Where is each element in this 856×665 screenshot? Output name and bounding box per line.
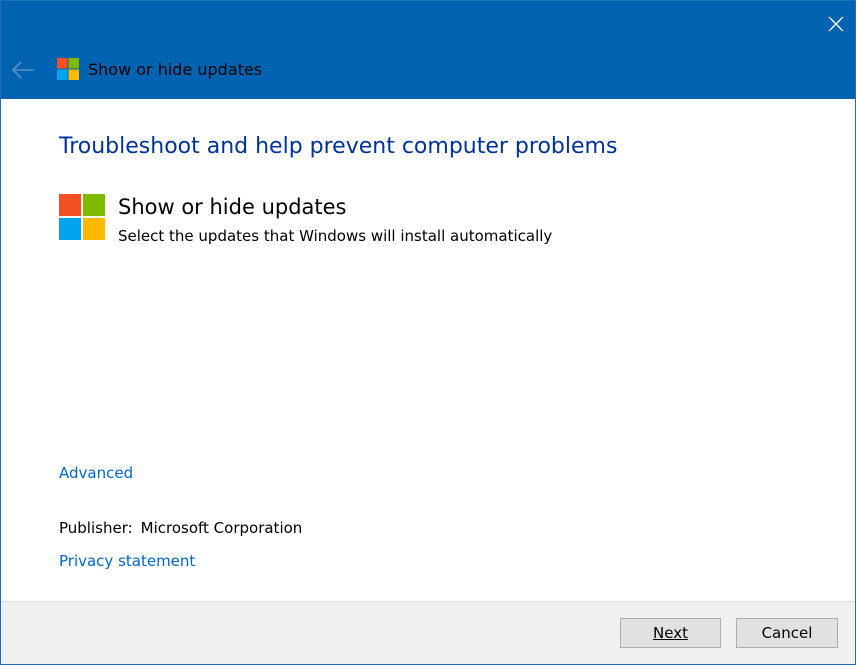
- tool-description: Select the updates that Windows will ins…: [118, 227, 553, 245]
- cancel-button[interactable]: Cancel: [736, 618, 838, 648]
- back-arrow-icon: [11, 61, 34, 79]
- tool-name: Show or hide updates: [118, 195, 347, 219]
- page-heading: Troubleshoot and help prevent computer p…: [59, 134, 618, 159]
- troubleshooter-window: Show or hide updates Troubleshoot and he…: [0, 0, 856, 665]
- close-icon: [828, 16, 844, 32]
- publisher-row: Publisher: Microsoft Corporation: [59, 518, 302, 538]
- windows-logo-icon: [59, 194, 105, 240]
- window-title: Show or hide updates: [88, 60, 263, 79]
- publisher-value: Microsoft Corporation: [140, 519, 303, 537]
- close-button[interactable]: [807, 1, 855, 47]
- title-bar: Show or hide updates: [1, 1, 855, 99]
- next-button[interactable]: Next: [620, 618, 721, 648]
- advanced-link[interactable]: Advanced: [59, 463, 133, 483]
- privacy-statement-link[interactable]: Privacy statement: [59, 551, 195, 571]
- publisher-label: Publisher:: [59, 519, 133, 537]
- footer-bar: Next Cancel: [1, 601, 855, 664]
- windows-logo-icon: [57, 58, 79, 80]
- next-button-label: Next: [653, 624, 688, 642]
- back-button[interactable]: [9, 57, 39, 83]
